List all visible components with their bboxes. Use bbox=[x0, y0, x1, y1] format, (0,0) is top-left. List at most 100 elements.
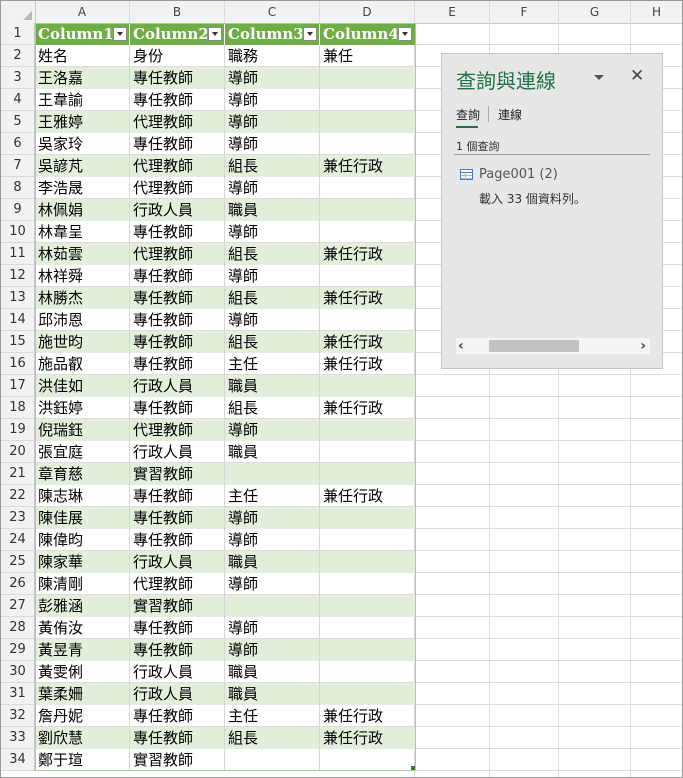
table-cell[interactable] bbox=[320, 507, 415, 529]
row-header[interactable]: 3 bbox=[1, 67, 35, 89]
table-cell[interactable]: 林祥舜 bbox=[35, 265, 130, 287]
column-header-f[interactable]: F bbox=[490, 1, 559, 23]
query-item-name[interactable]: Page001 (2) bbox=[479, 167, 558, 182]
table-cell[interactable]: 導師 bbox=[225, 309, 320, 331]
table-cell[interactable]: 職員 bbox=[225, 683, 320, 705]
table-cell[interactable]: 兼任行政 bbox=[320, 243, 415, 265]
table-cell[interactable]: 黃雯俐 bbox=[35, 661, 130, 683]
table-cell[interactable]: 專任教師 bbox=[130, 727, 225, 749]
table-cell[interactable]: 姓名 bbox=[35, 45, 130, 67]
row-header[interactable]: 32 bbox=[1, 705, 35, 727]
table-cell[interactable]: 兼任行政 bbox=[320, 485, 415, 507]
row-header[interactable]: 14 bbox=[1, 309, 35, 331]
table-cell[interactable]: 王洛嘉 bbox=[35, 67, 130, 89]
table-cell[interactable]: 代理教師 bbox=[130, 177, 225, 199]
table-cell[interactable]: 代理教師 bbox=[130, 419, 225, 441]
table-cell[interactable] bbox=[320, 441, 415, 463]
table-cell[interactable]: 導師 bbox=[225, 177, 320, 199]
table-header-cell[interactable]: Column3 bbox=[225, 23, 302, 45]
table-cell[interactable] bbox=[320, 419, 415, 441]
table-cell[interactable] bbox=[320, 177, 415, 199]
table-cell[interactable]: 彭雅涵 bbox=[35, 595, 130, 617]
table-cell[interactable]: 行政人員 bbox=[130, 441, 225, 463]
table-cell[interactable]: 職員 bbox=[225, 661, 320, 683]
table-cell[interactable]: 職員 bbox=[225, 441, 320, 463]
table-cell[interactable]: 章育慈 bbox=[35, 463, 130, 485]
table-cell[interactable] bbox=[320, 463, 415, 485]
table-cell[interactable]: 陳志琳 bbox=[35, 485, 130, 507]
table-cell[interactable]: 陳家華 bbox=[35, 551, 130, 573]
table-cell[interactable]: 行政人員 bbox=[130, 551, 225, 573]
table-cell[interactable]: 行政人員 bbox=[130, 199, 225, 221]
table-cell[interactable]: 導師 bbox=[225, 265, 320, 287]
table-cell[interactable]: 職員 bbox=[225, 199, 320, 221]
table-cell[interactable]: 實習教師 bbox=[130, 463, 225, 485]
row-header[interactable]: 5 bbox=[1, 111, 35, 133]
table-cell[interactable] bbox=[320, 595, 415, 617]
table-cell[interactable]: 兼任行政 bbox=[320, 287, 415, 309]
column-header-b[interactable]: B bbox=[130, 1, 225, 23]
row-header[interactable]: 22 bbox=[1, 485, 35, 507]
table-header-cell[interactable]: Column1 bbox=[35, 23, 112, 45]
tab-connections[interactable]: 連線 bbox=[498, 106, 522, 123]
table-cell[interactable]: 陳偉昀 bbox=[35, 529, 130, 551]
table-cell[interactable]: 吳家玲 bbox=[35, 133, 130, 155]
table-cell[interactable]: 王雅婷 bbox=[35, 111, 130, 133]
table-resize-handle[interactable] bbox=[411, 766, 415, 770]
table-cell[interactable]: 代理教師 bbox=[130, 155, 225, 177]
column-header-a[interactable]: A bbox=[35, 1, 130, 23]
table-cell[interactable]: 導師 bbox=[225, 89, 320, 111]
row-header[interactable]: 24 bbox=[1, 529, 35, 551]
table-cell[interactable] bbox=[225, 749, 320, 771]
table-cell[interactable]: 職員 bbox=[225, 375, 320, 397]
table-cell[interactable]: 兼任行政 bbox=[320, 155, 415, 177]
table-cell[interactable]: 導師 bbox=[225, 639, 320, 661]
table-cell[interactable]: 兼任行政 bbox=[320, 353, 415, 375]
table-cell[interactable] bbox=[320, 573, 415, 595]
table-cell[interactable] bbox=[225, 463, 320, 485]
table-cell[interactable]: 導師 bbox=[225, 573, 320, 595]
table-cell[interactable]: 主任 bbox=[225, 705, 320, 727]
table-cell[interactable]: 施品叡 bbox=[35, 353, 130, 375]
table-cell[interactable]: 林勝杰 bbox=[35, 287, 130, 309]
table-cell[interactable] bbox=[320, 617, 415, 639]
table-header-cell[interactable]: Column4 bbox=[320, 23, 397, 45]
table-cell[interactable]: 實習教師 bbox=[130, 749, 225, 771]
row-header[interactable]: 28 bbox=[1, 617, 35, 639]
table-cell[interactable]: 組長 bbox=[225, 331, 320, 353]
row-header[interactable]: 1 bbox=[1, 23, 35, 45]
table-cell[interactable]: 職員 bbox=[225, 551, 320, 573]
select-all-button[interactable] bbox=[1, 1, 36, 23]
table-cell[interactable]: 代理教師 bbox=[130, 111, 225, 133]
table-cell[interactable]: 兼任行政 bbox=[320, 705, 415, 727]
table-cell[interactable]: 專任教師 bbox=[130, 309, 225, 331]
row-header[interactable]: 18 bbox=[1, 397, 35, 419]
table-cell[interactable]: 王韋諭 bbox=[35, 89, 130, 111]
table-cell[interactable]: 行政人員 bbox=[130, 661, 225, 683]
table-cell[interactable]: 陳清剛 bbox=[35, 573, 130, 595]
table-cell[interactable] bbox=[320, 265, 415, 287]
table-cell[interactable]: 代理教師 bbox=[130, 573, 225, 595]
table-cell[interactable] bbox=[320, 199, 415, 221]
row-header[interactable]: 21 bbox=[1, 463, 35, 485]
table-cell[interactable]: 導師 bbox=[225, 67, 320, 89]
table-cell[interactable] bbox=[320, 661, 415, 683]
table-cell[interactable]: 主任 bbox=[225, 485, 320, 507]
table-cell[interactable]: 鄭于瑄 bbox=[35, 749, 130, 771]
table-cell[interactable]: 倪瑞鈺 bbox=[35, 419, 130, 441]
table-cell[interactable]: 專任教師 bbox=[130, 705, 225, 727]
table-cell[interactable]: 專任教師 bbox=[130, 639, 225, 661]
table-cell[interactable]: 導師 bbox=[225, 507, 320, 529]
table-cell[interactable]: 專任教師 bbox=[130, 89, 225, 111]
table-cell[interactable]: 導師 bbox=[225, 111, 320, 133]
row-header[interactable]: 31 bbox=[1, 683, 35, 705]
row-header[interactable]: 11 bbox=[1, 243, 35, 265]
table-cell[interactable]: 洪鈺婷 bbox=[35, 397, 130, 419]
table-cell[interactable]: 代理教師 bbox=[130, 243, 225, 265]
horizontal-scrollbar[interactable]: ‹ › bbox=[456, 338, 650, 354]
table-cell[interactable] bbox=[320, 133, 415, 155]
table-cell[interactable]: 導師 bbox=[225, 133, 320, 155]
table-cell[interactable] bbox=[320, 111, 415, 133]
table-cell[interactable]: 施世昀 bbox=[35, 331, 130, 353]
row-header[interactable]: 7 bbox=[1, 155, 35, 177]
